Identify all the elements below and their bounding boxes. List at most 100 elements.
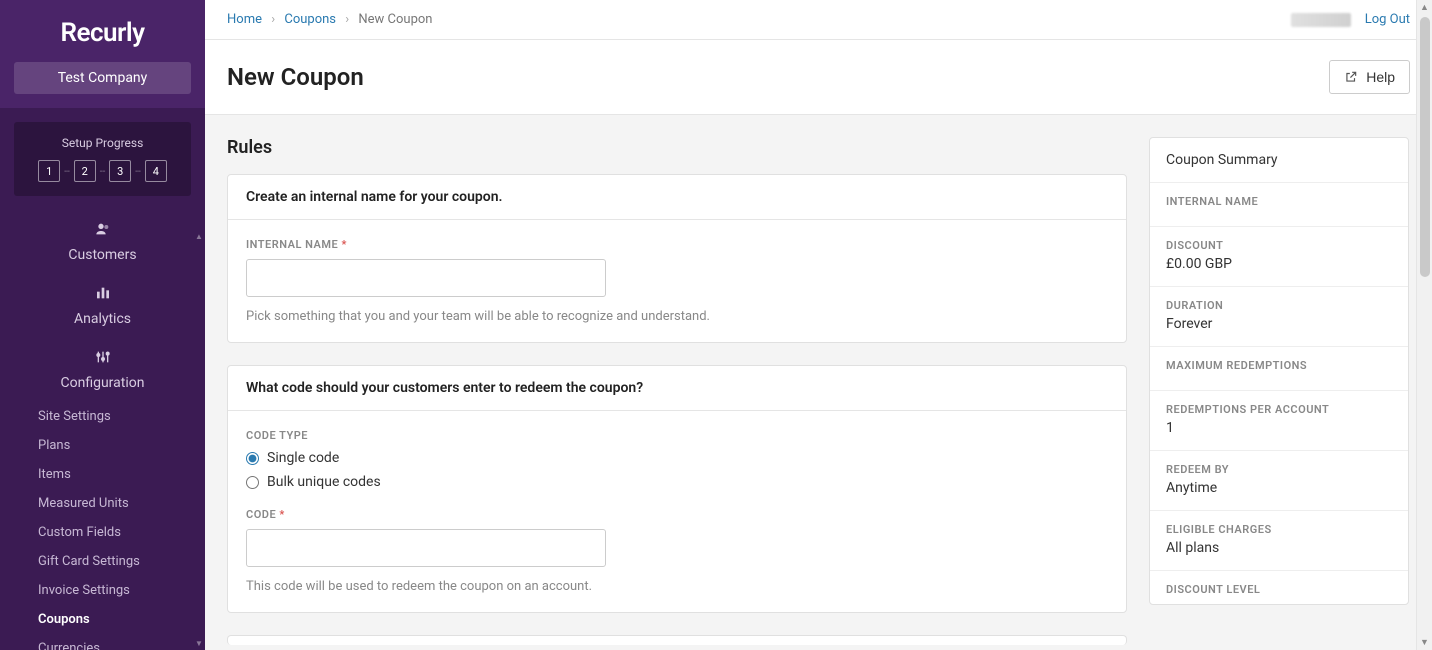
form-column: Rules Create an internal name for your c… bbox=[227, 137, 1127, 645]
page-header: New Coupon Help bbox=[205, 40, 1432, 115]
sidebar-sub-invoice-settings[interactable]: Invoice Settings bbox=[0, 576, 205, 605]
summary-title: Coupon Summary bbox=[1150, 138, 1408, 183]
code-input[interactable] bbox=[246, 529, 606, 567]
code-type-bulk[interactable]: Bulk unique codes bbox=[246, 474, 1108, 490]
sidebar-item-label: Customers bbox=[68, 247, 136, 263]
sidebar-item-label: Configuration bbox=[61, 375, 145, 391]
coupon-summary: Coupon Summary INTERNAL NAME DISCOUNT £0… bbox=[1149, 137, 1409, 605]
step-sep: -- bbox=[64, 166, 70, 177]
sidebar-item-configuration[interactable]: Configuration bbox=[0, 338, 205, 402]
panel-header: What code should your customers enter to… bbox=[228, 366, 1126, 411]
sidebar-item-customers[interactable]: Customers bbox=[0, 210, 205, 274]
label-text: INTERNAL NAME bbox=[246, 238, 338, 251]
sidebar-scrollbar[interactable]: ▲ ▼ bbox=[193, 230, 205, 650]
company-selector[interactable]: Test Company bbox=[14, 62, 191, 94]
summary-label: REDEMPTIONS PER ACCOUNT bbox=[1166, 403, 1392, 416]
setup-step-1[interactable]: 1 bbox=[38, 160, 60, 182]
topbar: Home › Coupons › New Coupon Log Out bbox=[205, 0, 1432, 40]
step-sep: -- bbox=[100, 166, 106, 177]
summary-label: INTERNAL NAME bbox=[1166, 195, 1392, 208]
panel-code: What code should your customers enter to… bbox=[227, 365, 1127, 613]
step-sep: -- bbox=[135, 166, 141, 177]
sidebar-sub-items[interactable]: Items bbox=[0, 460, 205, 489]
user-label-redacted bbox=[1291, 13, 1351, 27]
setup-step-4[interactable]: 4 bbox=[145, 160, 167, 182]
summary-value: Anytime bbox=[1166, 480, 1392, 496]
radio-label: Single code bbox=[267, 450, 339, 466]
label-text: CODE bbox=[246, 508, 276, 521]
summary-label: ELIGIBLE CHARGES bbox=[1166, 523, 1392, 536]
configuration-icon bbox=[95, 349, 111, 365]
sidebar-item-label: Analytics bbox=[74, 311, 131, 327]
code-type-label: CODE TYPE bbox=[246, 429, 1108, 442]
summary-value: All plans bbox=[1166, 540, 1392, 556]
brand-logo: Recurly bbox=[60, 18, 144, 48]
summary-label: DISCOUNT bbox=[1166, 239, 1392, 252]
code-label: CODE * bbox=[246, 508, 1108, 521]
summary-max-redemptions: MAXIMUM REDEMPTIONS bbox=[1150, 347, 1408, 391]
summary-value: 1 bbox=[1166, 420, 1392, 436]
main-scrollbar[interactable]: ▲ ▼ bbox=[1416, 0, 1432, 650]
sidebar-item-analytics[interactable]: Analytics bbox=[0, 274, 205, 338]
sidebar-sub-plans[interactable]: Plans bbox=[0, 431, 205, 460]
scroll-down-icon[interactable]: ▼ bbox=[1420, 635, 1429, 650]
code-help: This code will be used to redeem the cou… bbox=[246, 579, 1108, 594]
internal-name-input[interactable] bbox=[246, 259, 606, 297]
scroll-down-icon[interactable]: ▼ bbox=[195, 637, 203, 650]
breadcrumb-sep: › bbox=[271, 12, 275, 27]
analytics-icon bbox=[95, 285, 111, 301]
scroll-up-icon[interactable]: ▲ bbox=[1420, 0, 1429, 15]
page-title: New Coupon bbox=[227, 63, 364, 91]
panel-next-peek bbox=[227, 635, 1127, 645]
summary-discount-level: DISCOUNT LEVEL bbox=[1150, 571, 1408, 604]
topbar-right: Log Out bbox=[1291, 12, 1410, 27]
sidebar-sub-currencies[interactable]: Currencies bbox=[0, 634, 205, 650]
scroll-thumb[interactable] bbox=[1420, 17, 1430, 277]
summary-redemptions-per-account: REDEMPTIONS PER ACCOUNT 1 bbox=[1150, 391, 1408, 451]
summary-duration: DURATION Forever bbox=[1150, 287, 1408, 347]
sidebar-sub-custom-fields[interactable]: Custom Fields bbox=[0, 518, 205, 547]
sidebar-sub-gift-card-settings[interactable]: Gift Card Settings bbox=[0, 547, 205, 576]
internal-name-label: INTERNAL NAME * bbox=[246, 238, 1108, 251]
sidebar: Recurly Test Company Setup Progress 1 --… bbox=[0, 0, 205, 650]
summary-value: £0.00 GBP bbox=[1166, 256, 1392, 272]
panel-internal-name: Create an internal name for your coupon.… bbox=[227, 174, 1127, 343]
main-pane: Home › Coupons › New Coupon Log Out New … bbox=[205, 0, 1432, 650]
summary-label: DISCOUNT LEVEL bbox=[1166, 583, 1392, 596]
breadcrumb-current: New Coupon bbox=[358, 12, 432, 27]
summary-value: Forever bbox=[1166, 316, 1392, 332]
scroll-up-icon[interactable]: ▲ bbox=[195, 230, 203, 243]
setup-progress[interactable]: Setup Progress 1 -- 2 -- 3 -- 4 bbox=[14, 122, 191, 196]
sidebar-header: Recurly Test Company bbox=[0, 0, 205, 108]
summary-label: DURATION bbox=[1166, 299, 1392, 312]
breadcrumb-coupons[interactable]: Coupons bbox=[284, 12, 336, 27]
content-scroll[interactable]: Rules Create an internal name for your c… bbox=[205, 115, 1432, 650]
summary-label: MAXIMUM REDEMPTIONS bbox=[1166, 359, 1392, 372]
sidebar-sub-coupons[interactable]: Coupons bbox=[0, 605, 205, 634]
logout-link[interactable]: Log Out bbox=[1365, 12, 1410, 27]
summary-internal-name: INTERNAL NAME bbox=[1150, 183, 1408, 227]
external-link-icon bbox=[1344, 70, 1358, 84]
radio-label: Bulk unique codes bbox=[267, 474, 381, 490]
setup-steps: 1 -- 2 -- 3 -- 4 bbox=[24, 160, 181, 182]
breadcrumb-home[interactable]: Home bbox=[227, 12, 262, 27]
setup-progress-title: Setup Progress bbox=[24, 136, 181, 150]
code-type-single[interactable]: Single code bbox=[246, 450, 1108, 466]
panel-header: Create an internal name for your coupon. bbox=[228, 175, 1126, 220]
required-indicator: * bbox=[341, 238, 346, 251]
help-button[interactable]: Help bbox=[1329, 60, 1410, 94]
breadcrumb-sep: › bbox=[345, 12, 349, 27]
code-type-single-radio[interactable] bbox=[246, 452, 259, 465]
summary-eligible-charges: ELIGIBLE CHARGES All plans bbox=[1150, 511, 1408, 571]
rules-heading: Rules bbox=[227, 137, 1127, 158]
sidebar-sub-site-settings[interactable]: Site Settings bbox=[0, 402, 205, 431]
help-button-label: Help bbox=[1366, 69, 1395, 85]
sidebar-sub-measured-units[interactable]: Measured Units bbox=[0, 489, 205, 518]
sidebar-nav: Customers Analytics Configuration Site S… bbox=[0, 210, 205, 650]
code-type-bulk-radio[interactable] bbox=[246, 476, 259, 489]
setup-step-3[interactable]: 3 bbox=[109, 160, 131, 182]
summary-discount: DISCOUNT £0.00 GBP bbox=[1150, 227, 1408, 287]
setup-step-2[interactable]: 2 bbox=[74, 160, 96, 182]
summary-label: REDEEM BY bbox=[1166, 463, 1392, 476]
summary-column: Coupon Summary INTERNAL NAME DISCOUNT £0… bbox=[1149, 137, 1409, 605]
